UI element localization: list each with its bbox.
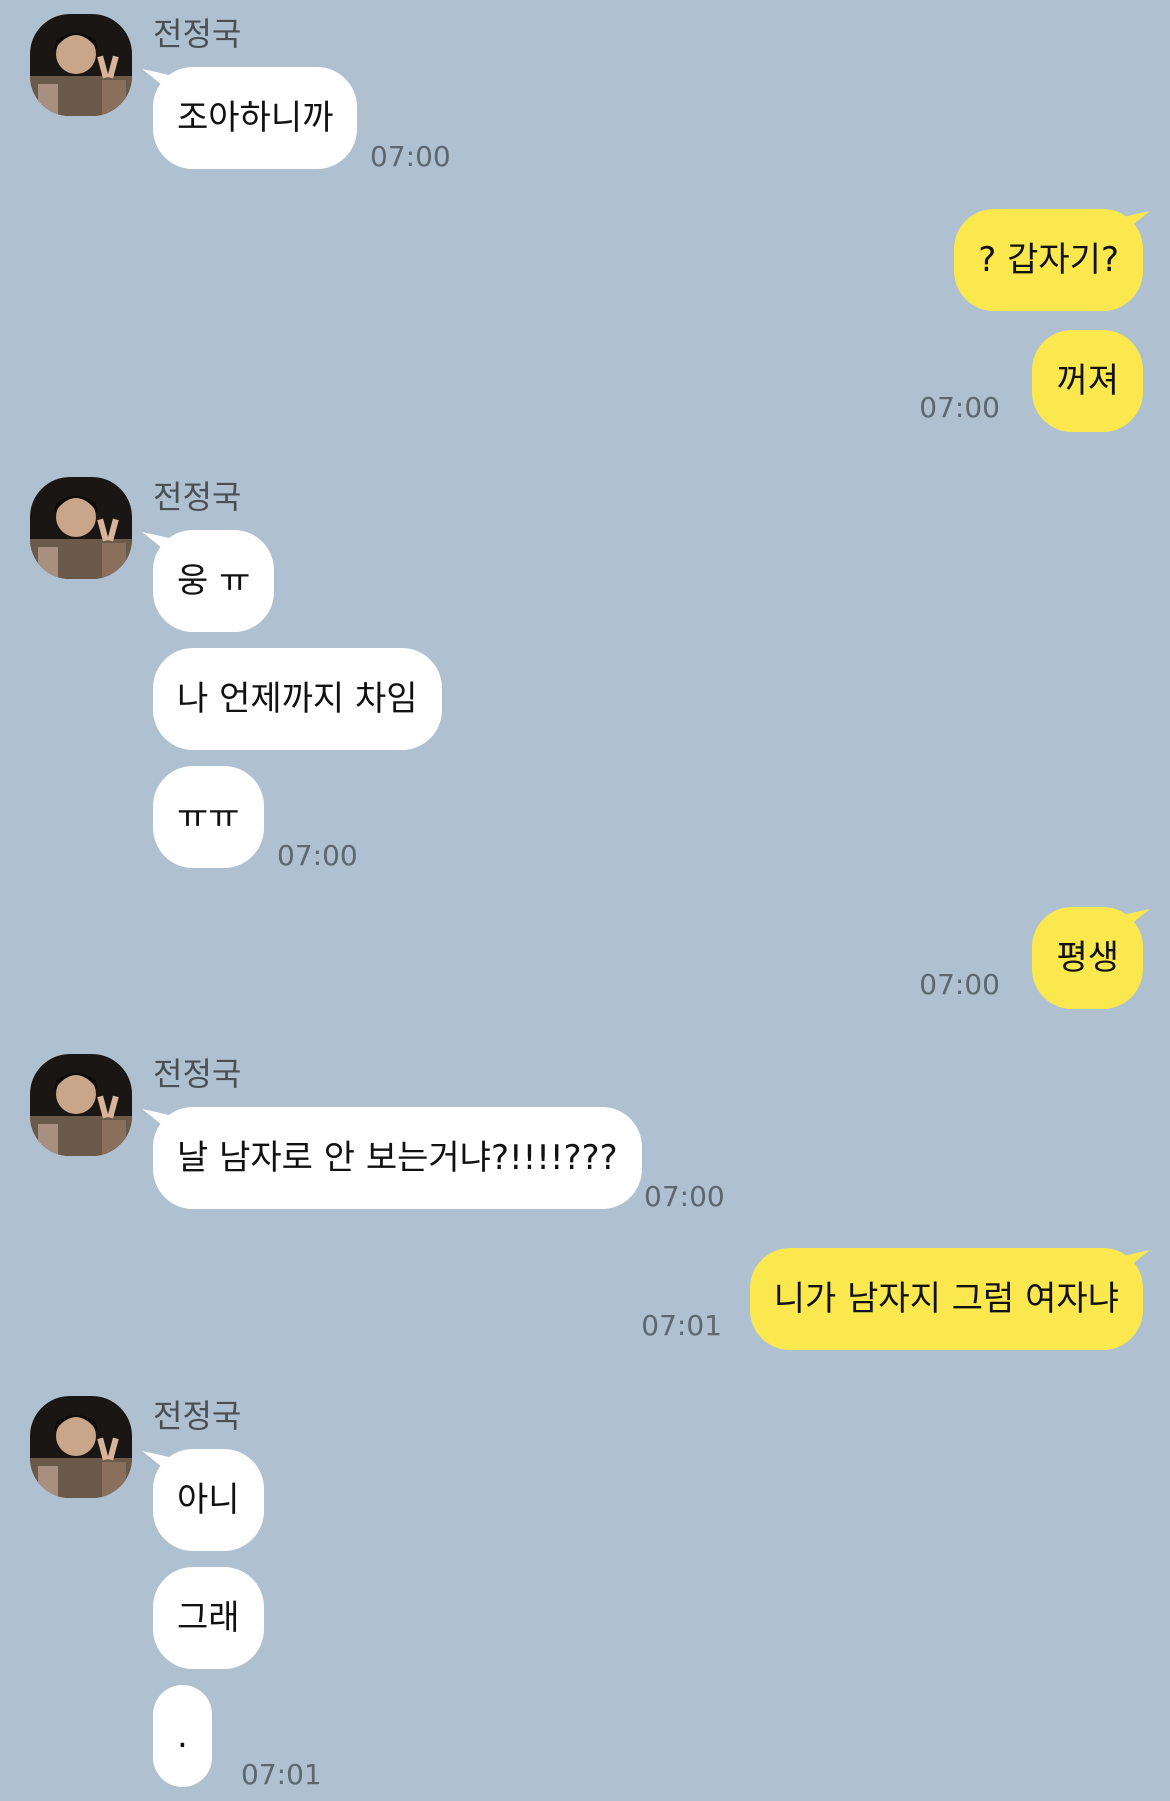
avatar[interactable]	[30, 1396, 132, 1498]
message-time: 07:00	[919, 391, 1000, 424]
message-bubble[interactable]: ㅠㅠ	[153, 766, 264, 868]
message-bubble[interactable]: 그래	[153, 1567, 264, 1669]
message-bubble[interactable]: 나 언제까지 차임	[153, 648, 442, 750]
message-bubble[interactable]: 니가 남자지 그럼 여자냐	[749, 1248, 1143, 1350]
message-bubble[interactable]: 평생	[1032, 907, 1143, 1009]
message-time: 07:00	[277, 839, 358, 872]
message-time: 07:00	[644, 1180, 725, 1213]
profile-photo-icon	[30, 14, 132, 116]
message-bubble[interactable]: 날 남자로 안 보는거냐?!!!!???	[153, 1107, 642, 1209]
avatar[interactable]	[30, 14, 132, 116]
avatar[interactable]	[30, 477, 132, 579]
avatar[interactable]	[30, 1054, 132, 1156]
message-bubble[interactable]: 아니	[153, 1449, 264, 1551]
message-time: 07:00	[919, 968, 1000, 1001]
profile-photo-icon	[30, 1396, 132, 1498]
sender-name: 전정국	[153, 15, 242, 53]
message-bubble[interactable]: .	[153, 1685, 212, 1787]
message-time: 07:00	[370, 140, 451, 173]
sender-name: 전정국	[153, 1055, 242, 1093]
message-bubble[interactable]: 꺼져	[1032, 330, 1143, 432]
message-bubble[interactable]: 웅 ㅠ	[153, 530, 275, 632]
sender-name: 전정국	[153, 1397, 242, 1435]
profile-photo-icon	[30, 1054, 132, 1156]
message-bubble[interactable]: ? 갑자기?	[954, 209, 1143, 311]
message-bubble[interactable]: 조아하니까	[153, 67, 358, 169]
message-time: 07:01	[241, 1758, 322, 1791]
profile-photo-icon	[30, 477, 132, 579]
sender-name: 전정국	[153, 478, 242, 516]
message-time: 07:01	[641, 1309, 722, 1342]
